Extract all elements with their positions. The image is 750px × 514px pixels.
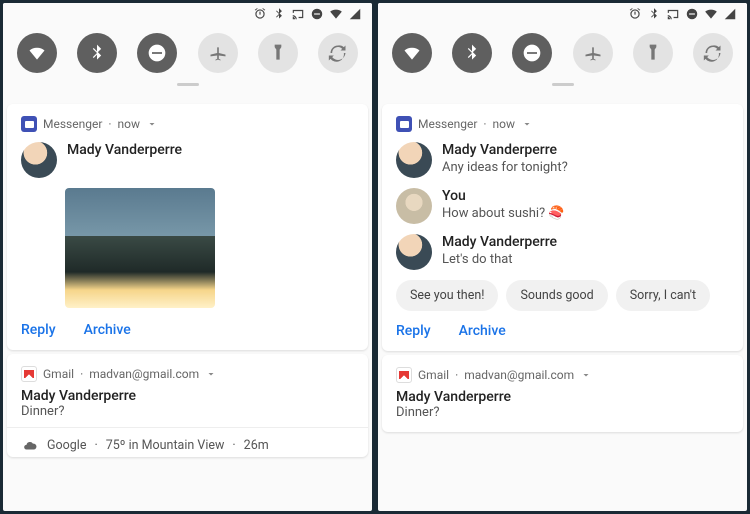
alarm-icon	[628, 7, 642, 21]
weather-temp-location: 75º in Mountain View	[106, 438, 225, 453]
gmail-notification[interactable]: Gmail · madvan@gmail.com Mady Vanderperr…	[7, 354, 368, 457]
dnd-status-icon	[685, 7, 699, 21]
messenger-app-icon	[21, 116, 37, 132]
bluetooth-tile[interactable]	[77, 33, 117, 73]
chevron-down-icon[interactable]	[146, 118, 158, 130]
smart-reply-chip[interactable]: Sorry, I can't	[616, 280, 710, 311]
notification-time: now	[118, 117, 141, 131]
dnd-tile[interactable]	[512, 33, 552, 73]
wifi-status-icon	[329, 7, 343, 21]
airplane-tile[interactable]	[198, 33, 238, 73]
weather-age: 26m	[244, 438, 269, 453]
archive-button[interactable]: Archive	[84, 322, 131, 338]
bluetooth-status-icon	[647, 7, 661, 21]
status-bar	[378, 3, 747, 25]
cast-status-icon	[666, 7, 680, 21]
quick-settings	[378, 25, 747, 100]
notification-time: now	[493, 117, 516, 131]
smart-reply-row: See you then! Sounds good Sorry, I can't	[396, 280, 729, 311]
reply-button[interactable]: Reply	[21, 322, 56, 338]
app-name: Messenger	[43, 117, 102, 131]
message-text: Any ideas for tonight?	[442, 160, 568, 175]
chevron-down-icon[interactable]	[580, 369, 592, 381]
alarm-icon	[253, 7, 267, 21]
image-attachment[interactable]	[65, 188, 215, 308]
gmail-account: madvan@gmail.com	[464, 368, 574, 382]
gmail-app-icon	[21, 366, 37, 382]
notification-header[interactable]: Gmail · madvan@gmail.com	[396, 367, 729, 383]
flashlight-tile[interactable]	[633, 33, 673, 73]
messenger-notification[interactable]: Messenger · now Mady Vanderperre Any ide…	[382, 104, 743, 351]
app-name: Gmail	[418, 368, 449, 382]
email-subject: Dinner?	[21, 404, 354, 419]
gmail-notification[interactable]: Gmail · madvan@gmail.com Mady Vanderperr…	[382, 355, 743, 432]
sender-name: Mady Vanderperre	[442, 142, 568, 158]
cloud-icon	[21, 439, 39, 453]
chevron-down-icon[interactable]	[521, 118, 533, 130]
archive-button[interactable]: Archive	[459, 323, 506, 339]
reply-button[interactable]: Reply	[396, 323, 431, 339]
airplane-tile[interactable]	[573, 33, 613, 73]
email-sender: Mady Vanderperre	[396, 389, 729, 405]
cast-status-icon	[291, 7, 305, 21]
app-name: Gmail	[43, 367, 74, 381]
bluetooth-tile[interactable]	[452, 33, 492, 73]
rotate-tile[interactable]	[318, 33, 358, 73]
dnd-tile[interactable]	[137, 33, 177, 73]
messenger-app-icon	[396, 116, 412, 132]
sender-name: You	[442, 188, 565, 204]
quick-settings	[3, 25, 372, 100]
wifi-tile[interactable]	[392, 33, 432, 73]
cell-status-icon	[348, 7, 362, 21]
avatar	[21, 142, 57, 178]
avatar	[396, 142, 432, 178]
avatar	[396, 234, 432, 270]
flashlight-tile[interactable]	[258, 33, 298, 73]
cell-status-icon	[723, 7, 737, 21]
qs-drag-handle[interactable]	[552, 83, 574, 86]
notification-header[interactable]: Messenger · now	[396, 116, 729, 132]
app-name: Messenger	[418, 117, 477, 131]
sender-name: Mady Vanderperre	[442, 234, 557, 250]
bluetooth-status-icon	[272, 7, 286, 21]
message-text: Let's do that	[442, 252, 557, 267]
smart-reply-chip[interactable]: Sounds good	[506, 280, 607, 311]
notification-header[interactable]: Messenger · now	[21, 116, 354, 132]
message-text: How about sushi? 🍣	[442, 206, 565, 221]
weather-provider: Google	[47, 438, 86, 453]
chevron-down-icon[interactable]	[205, 368, 217, 380]
sender-name: Mady Vanderperre	[67, 142, 182, 158]
messenger-notification[interactable]: Messenger · now Mady Vanderperre Reply A…	[7, 104, 368, 350]
phone-left: Messenger · now Mady Vanderperre Reply A…	[3, 3, 372, 511]
email-sender: Mady Vanderperre	[21, 388, 354, 404]
wifi-status-icon	[704, 7, 718, 21]
gmail-account: madvan@gmail.com	[89, 367, 199, 381]
smart-reply-chip[interactable]: See you then!	[396, 280, 498, 311]
dnd-status-icon	[310, 7, 324, 21]
notification-header[interactable]: Gmail · madvan@gmail.com	[21, 366, 354, 382]
weather-footer[interactable]: Google · 75º in Mountain View · 26m	[7, 427, 368, 455]
status-bar	[3, 3, 372, 25]
wifi-tile[interactable]	[17, 33, 57, 73]
phone-right: Messenger · now Mady Vanderperre Any ide…	[378, 3, 747, 511]
gmail-app-icon	[396, 367, 412, 383]
qs-drag-handle[interactable]	[177, 83, 199, 86]
avatar	[396, 188, 432, 224]
rotate-tile[interactable]	[693, 33, 733, 73]
email-subject: Dinner?	[396, 405, 729, 420]
